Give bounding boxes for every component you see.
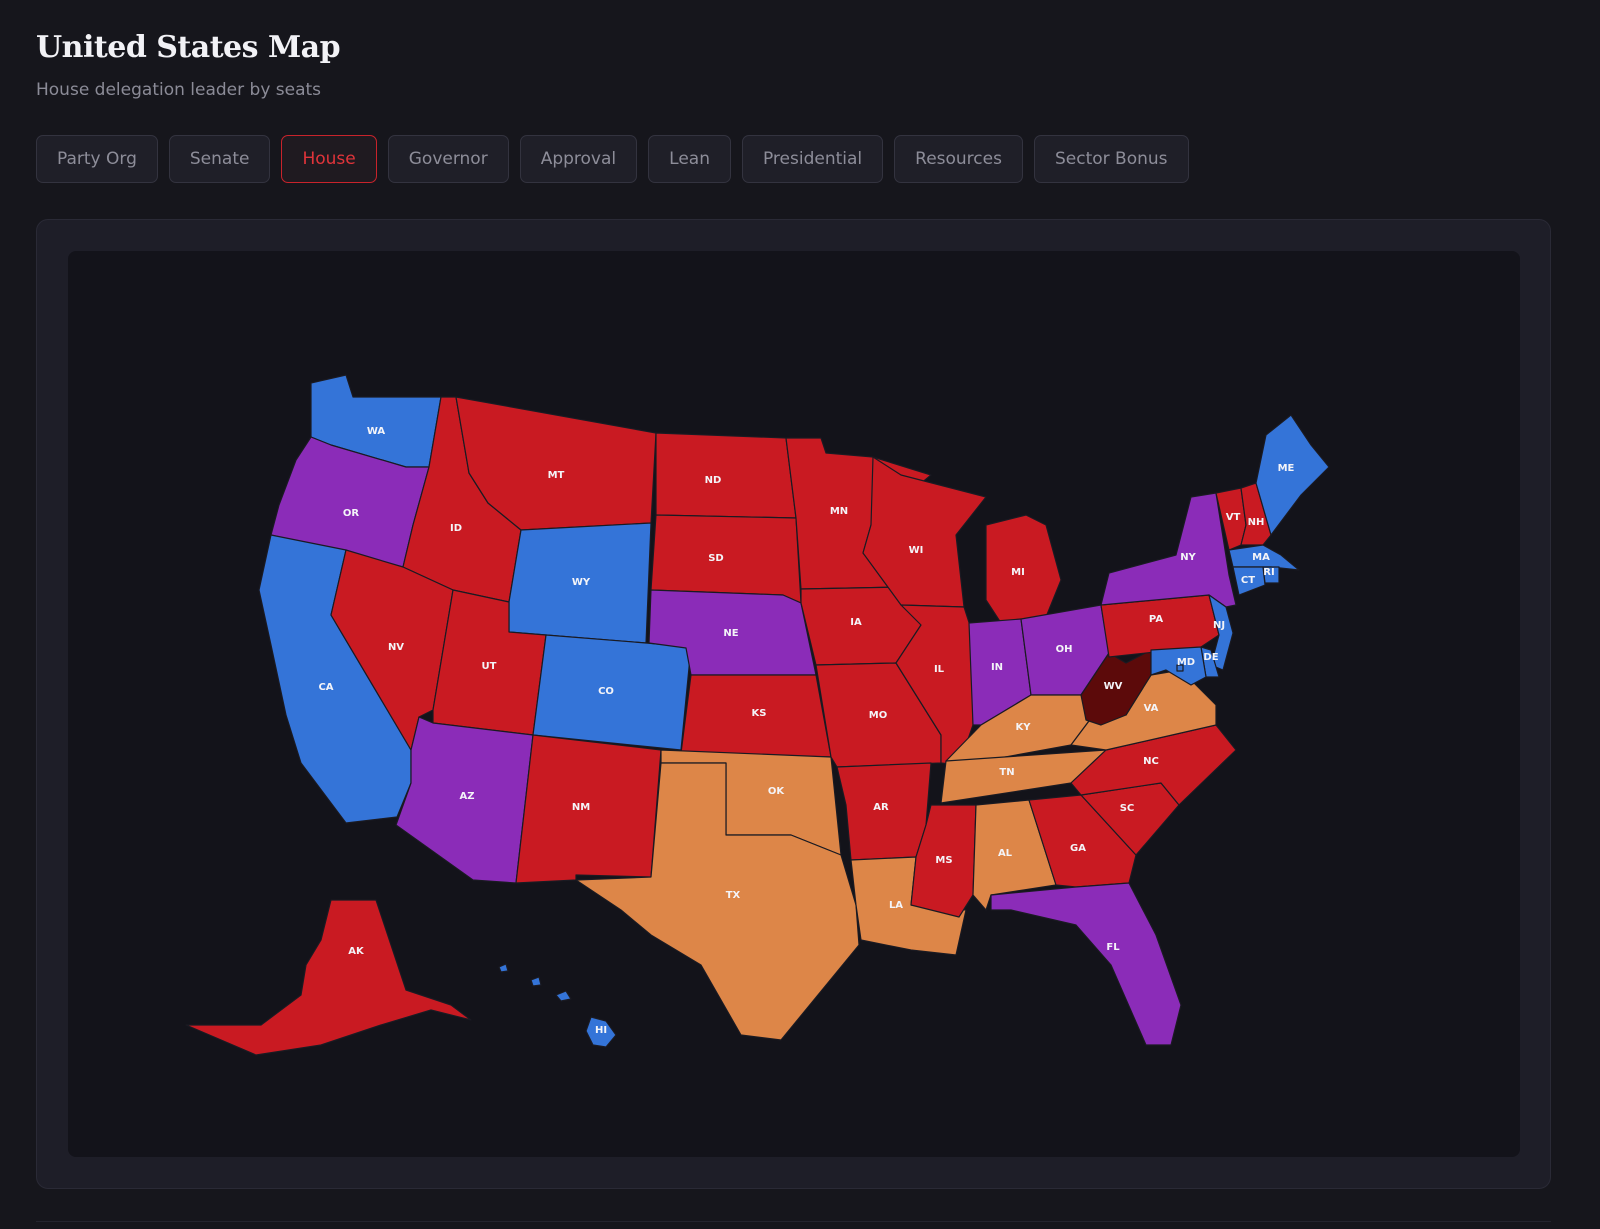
state-ma[interactable] [1228,544,1300,571]
state-ks[interactable] [680,674,832,758]
state-dc[interactable] [1176,664,1184,672]
tab-governor[interactable]: Governor [387,135,509,183]
page-subtitle: House delegation leader by seats [36,80,322,100]
map-canvas: WA OR CA ID NV MT WY UT AZ CO NM ND SD NE KS OK TX MN IA MO… [68,251,1520,1157]
us-map: WAORCAIDNVMTWYUTAZCONMNDSDNEKSOKTXMNIAMO… [185,374,1330,1056]
state-az[interactable] [395,716,534,884]
tab-lean[interactable]: Lean [648,135,731,183]
tab-house[interactable]: House [281,135,377,183]
map-panel: WA OR CA ID NV MT WY UT AZ CO NM ND SD NE KS OK TX MN IA MO… [36,219,1551,1189]
state-me[interactable] [1255,414,1330,536]
state-hi[interactable] [498,963,617,1048]
state-mi[interactable] [985,514,1062,624]
tab-senate[interactable]: Senate [168,135,271,183]
state-co[interactable] [532,634,692,751]
tab-approval[interactable]: Approval [519,135,638,183]
state-ar[interactable] [836,762,932,861]
state-ak[interactable] [185,899,472,1056]
map-mode-tabs: Party Org Senate House Governor Approval… [36,135,1189,183]
state-wy[interactable] [508,522,652,644]
tab-sector-bonus[interactable]: Sector Bonus [1033,135,1189,183]
footer-divider [36,1221,1551,1222]
state-nm[interactable] [515,734,662,884]
state-fl[interactable] [990,882,1182,1046]
state-ri[interactable] [1262,566,1280,584]
tab-resources[interactable]: Resources [894,135,1023,183]
tab-presidential[interactable]: Presidential [741,135,884,183]
tab-party-org[interactable]: Party Org [36,135,158,183]
state-nd[interactable] [655,432,797,519]
page-title: United States Map [36,30,341,65]
state-ct[interactable] [1232,566,1266,596]
state-ny[interactable] [1100,492,1237,608]
state-sd[interactable] [650,514,802,604]
